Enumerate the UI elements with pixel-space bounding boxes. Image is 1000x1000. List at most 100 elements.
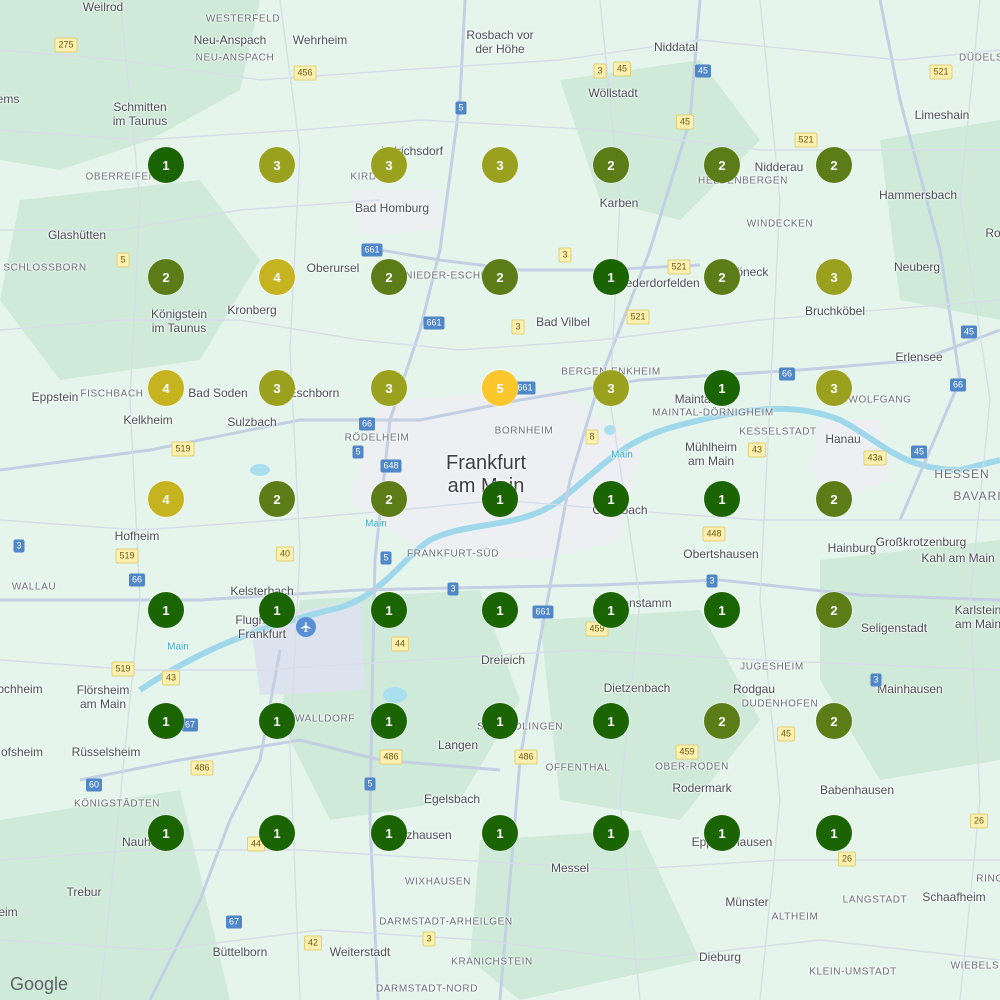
cluster-marker[interactable]: 3 [259, 370, 295, 406]
cluster-marker[interactable]: 1 [593, 703, 629, 739]
map-label-district: ALTHEIM [771, 911, 819, 923]
road-shield: 275 [54, 37, 78, 53]
cluster-marker[interactable]: 1 [148, 815, 184, 851]
cluster-marker[interactable]: 2 [704, 147, 740, 183]
cluster-marker[interactable]: 1 [371, 703, 407, 739]
map-label-place: Karben [599, 196, 639, 211]
map-label-district: OFFENTHAL [545, 762, 611, 774]
map-label-place: eim [0, 905, 18, 920]
road-shield: 43a [863, 450, 887, 466]
road-shield: 519 [115, 548, 139, 564]
cluster-marker[interactable]: 2 [704, 259, 740, 295]
road-shield: 43 [161, 670, 181, 686]
cluster-marker[interactable]: 1 [148, 147, 184, 183]
cluster-marker[interactable]: 2 [482, 259, 518, 295]
cluster-marker[interactable]: 1 [371, 592, 407, 628]
cluster-marker[interactable]: 4 [259, 259, 295, 295]
map-label-place: Obertshausen [683, 547, 759, 562]
road-shield: 3 [13, 539, 25, 553]
cluster-marker[interactable]: 1 [482, 481, 518, 517]
map-label-place: Büttelborn [212, 945, 268, 960]
cluster-marker[interactable]: 1 [704, 815, 740, 851]
cluster-marker[interactable]: 2 [816, 703, 852, 739]
map-label-place: Hammersbach [878, 188, 958, 203]
map-label-place: Münster [725, 895, 769, 910]
cluster-marker[interactable]: 1 [482, 703, 518, 739]
road-shield: 519 [171, 441, 195, 457]
cluster-marker[interactable]: 1 [482, 592, 518, 628]
map-label-place: Kahl am Main [921, 551, 995, 566]
map-label-district: KLEIN-UMSTADT [809, 966, 897, 978]
cluster-marker[interactable]: 5 [482, 370, 518, 406]
map-label-place: ofsheim [0, 745, 44, 760]
map-label-place: Sulzbach [227, 415, 277, 430]
cluster-marker[interactable]: 4 [148, 481, 184, 517]
cluster-marker[interactable]: 2 [259, 481, 295, 517]
cluster-marker[interactable]: 1 [816, 815, 852, 851]
cluster-marker[interactable]: 1 [371, 815, 407, 851]
cluster-marker[interactable]: 1 [148, 703, 184, 739]
cluster-marker[interactable]: 2 [593, 147, 629, 183]
cluster-marker[interactable]: 1 [704, 370, 740, 406]
cluster-marker[interactable]: 4 [148, 370, 184, 406]
map-label-district: WESTERFELD [205, 13, 281, 25]
cluster-marker[interactable]: 3 [593, 370, 629, 406]
cluster-marker[interactable]: 2 [816, 147, 852, 183]
airport-icon[interactable] [296, 617, 316, 637]
road-shield: 45 [694, 64, 712, 78]
cluster-marker[interactable]: 1 [704, 481, 740, 517]
cluster-marker[interactable]: 1 [148, 592, 184, 628]
cluster-marker[interactable]: 2 [816, 481, 852, 517]
cluster-marker[interactable]: 3 [371, 370, 407, 406]
map-label-district: MAINTAL-DÖRNIGHEIM [652, 407, 774, 419]
map-label-place: Schaafheim [922, 890, 986, 905]
cluster-marker[interactable]: 2 [148, 259, 184, 295]
map-label-district: WALLAU [11, 581, 57, 593]
road-shield: 3 [870, 673, 882, 687]
cluster-marker[interactable]: 1 [259, 592, 295, 628]
road-shield: 448 [702, 526, 726, 542]
map-label-place: Oberursel [306, 261, 360, 276]
map-label-place: Bad Soden [188, 386, 248, 401]
cluster-marker[interactable]: 3 [259, 147, 295, 183]
map-label-place: Flörsheim am Main [76, 683, 130, 711]
cluster-marker[interactable]: 1 [593, 259, 629, 295]
map-label-place: Hanau [825, 432, 861, 447]
road-shield: 67 [225, 915, 243, 929]
road-shield: 26 [837, 851, 857, 867]
road-shield: 648 [380, 459, 402, 473]
map-label-district: KRANICHSTEIN [451, 956, 533, 968]
cluster-marker[interactable]: 2 [704, 703, 740, 739]
cluster-marker[interactable]: 1 [593, 592, 629, 628]
map-label-place: Rodgau [732, 682, 776, 697]
map-label-place: Neuberg [893, 260, 941, 275]
road-shield: 44 [390, 636, 410, 652]
cluster-marker[interactable]: 1 [259, 703, 295, 739]
map-label-place: Weilrod [82, 0, 124, 15]
cluster-marker[interactable]: 2 [371, 259, 407, 295]
map-label-place: Eschborn [288, 386, 340, 401]
cluster-marker[interactable]: 3 [816, 370, 852, 406]
cluster-marker[interactable]: 1 [482, 815, 518, 851]
road-shield: 456 [293, 65, 317, 81]
road-shield: 521 [626, 309, 650, 325]
map-label-district: FRANKFURT-SÜD [406, 548, 500, 560]
cluster-marker[interactable]: 1 [704, 592, 740, 628]
road-shield: 66 [358, 417, 376, 431]
cluster-marker[interactable]: 3 [816, 259, 852, 295]
road-shield: 66 [128, 573, 146, 587]
road-shield: 3 [447, 582, 459, 596]
map-label-place: Bruchköbel [804, 304, 866, 319]
cluster-marker[interactable]: 2 [816, 592, 852, 628]
map-label-place: Hofheim [114, 529, 160, 544]
cluster-marker[interactable]: 1 [593, 815, 629, 851]
cluster-marker[interactable]: 2 [371, 481, 407, 517]
map-label-place: Niddatal [653, 40, 699, 55]
cluster-marker[interactable]: 3 [371, 147, 407, 183]
cluster-marker[interactable]: 1 [593, 481, 629, 517]
map-label-place: Kronberg [227, 303, 277, 318]
cluster-marker[interactable]: 3 [482, 147, 518, 183]
road-shield: 67 [181, 718, 199, 732]
cluster-marker[interactable]: 1 [259, 815, 295, 851]
map-label-district: LANGSTADT [842, 894, 908, 906]
